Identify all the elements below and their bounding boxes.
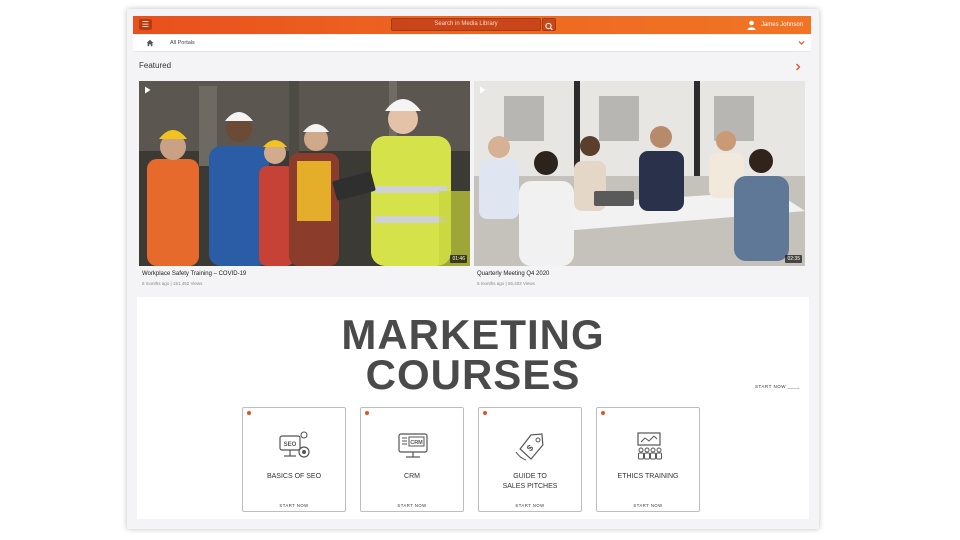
- top-bar: ☰ Search in Media Library James Johnson: [133, 16, 811, 34]
- user-name: James Johnson: [760, 22, 803, 28]
- video-meta: 5 months ago | 151,452 Views: [142, 281, 203, 286]
- search-button[interactable]: [542, 18, 556, 31]
- chevron-down-icon[interactable]: [798, 40, 805, 46]
- sales-tag-icon: $: [515, 433, 544, 461]
- user-menu[interactable]: James Johnson: [747, 19, 803, 31]
- svg-text:SEO: SEO: [284, 442, 297, 448]
- search-icon: [545, 22, 553, 31]
- hamburger-icon: ☰: [141, 20, 150, 29]
- search-input[interactable]: Search in Media Library: [391, 18, 541, 31]
- featured-section-title: Featured: [139, 61, 172, 70]
- marketing-courses-banner: MARKETING COURSES START NOW ____ SEO BAS…: [137, 297, 809, 519]
- course-title: BASICS OF SEO: [266, 473, 322, 480]
- banner-heading-line2: COURSES: [365, 351, 581, 398]
- course-start-button[interactable]: START NOW: [243, 503, 345, 508]
- course-start-button[interactable]: START NOW: [361, 503, 463, 508]
- svg-text:CRM: CRM: [410, 440, 423, 446]
- video-title[interactable]: Workplace Safety Training – COVID-19: [142, 271, 470, 277]
- course-card-ethics[interactable]: ETHICS TRAINING START NOW: [596, 407, 700, 512]
- video-card[interactable]: 01:46 Workplace Safety Training – COVID-…: [139, 81, 470, 286]
- course-status-dot: [365, 411, 369, 415]
- ethics-presentation-icon: [637, 432, 662, 460]
- home-icon[interactable]: [146, 39, 154, 47]
- course-start-button[interactable]: START NOW: [597, 503, 699, 508]
- course-card-sales-pitches[interactable]: $ GUIDE TO SALES PITCHES START NOW: [478, 407, 582, 512]
- course-start-button[interactable]: START NOW: [479, 503, 581, 508]
- play-icon: [145, 86, 151, 94]
- video-duration: 02:35: [785, 255, 802, 263]
- course-title: CRM: [404, 473, 420, 480]
- course-title: GUIDE TO SALES PITCHES: [502, 473, 558, 490]
- start-now-link[interactable]: START NOW ____: [755, 384, 800, 389]
- svg-text:$: $: [525, 443, 536, 454]
- course-title: ETHICS TRAINING: [617, 473, 679, 480]
- portal-bar: All Portals: [133, 35, 811, 52]
- course-status-dot: [247, 411, 251, 415]
- video-meta: 5 months ago | 55,402 Views: [477, 281, 535, 286]
- video-title[interactable]: Quarterly Meeting Q4 2020: [477, 271, 805, 277]
- video-thumbnail[interactable]: 01:46: [139, 81, 470, 266]
- course-card-crm[interactable]: CRM CRM START NOW: [360, 407, 464, 512]
- video-duration: 01:46: [450, 255, 467, 263]
- chevron-right-icon[interactable]: [795, 63, 801, 71]
- seo-icon: SEO: [279, 431, 310, 458]
- video-card[interactable]: 02:35 Quarterly Meeting Q4 2020 5 months…: [474, 81, 805, 286]
- video-thumbnail[interactable]: 02:35: [474, 81, 805, 266]
- course-status-dot: [483, 411, 487, 415]
- play-icon: [480, 86, 486, 94]
- course-card-seo[interactable]: SEO BASICS OF SEO START NOW: [242, 407, 346, 512]
- crm-monitor-icon: CRM: [398, 433, 428, 458]
- menu-button[interactable]: ☰: [139, 19, 152, 30]
- course-status-dot: [601, 411, 605, 415]
- portal-selector-label[interactable]: All Portals: [170, 35, 195, 52]
- user-avatar-icon: [747, 20, 756, 30]
